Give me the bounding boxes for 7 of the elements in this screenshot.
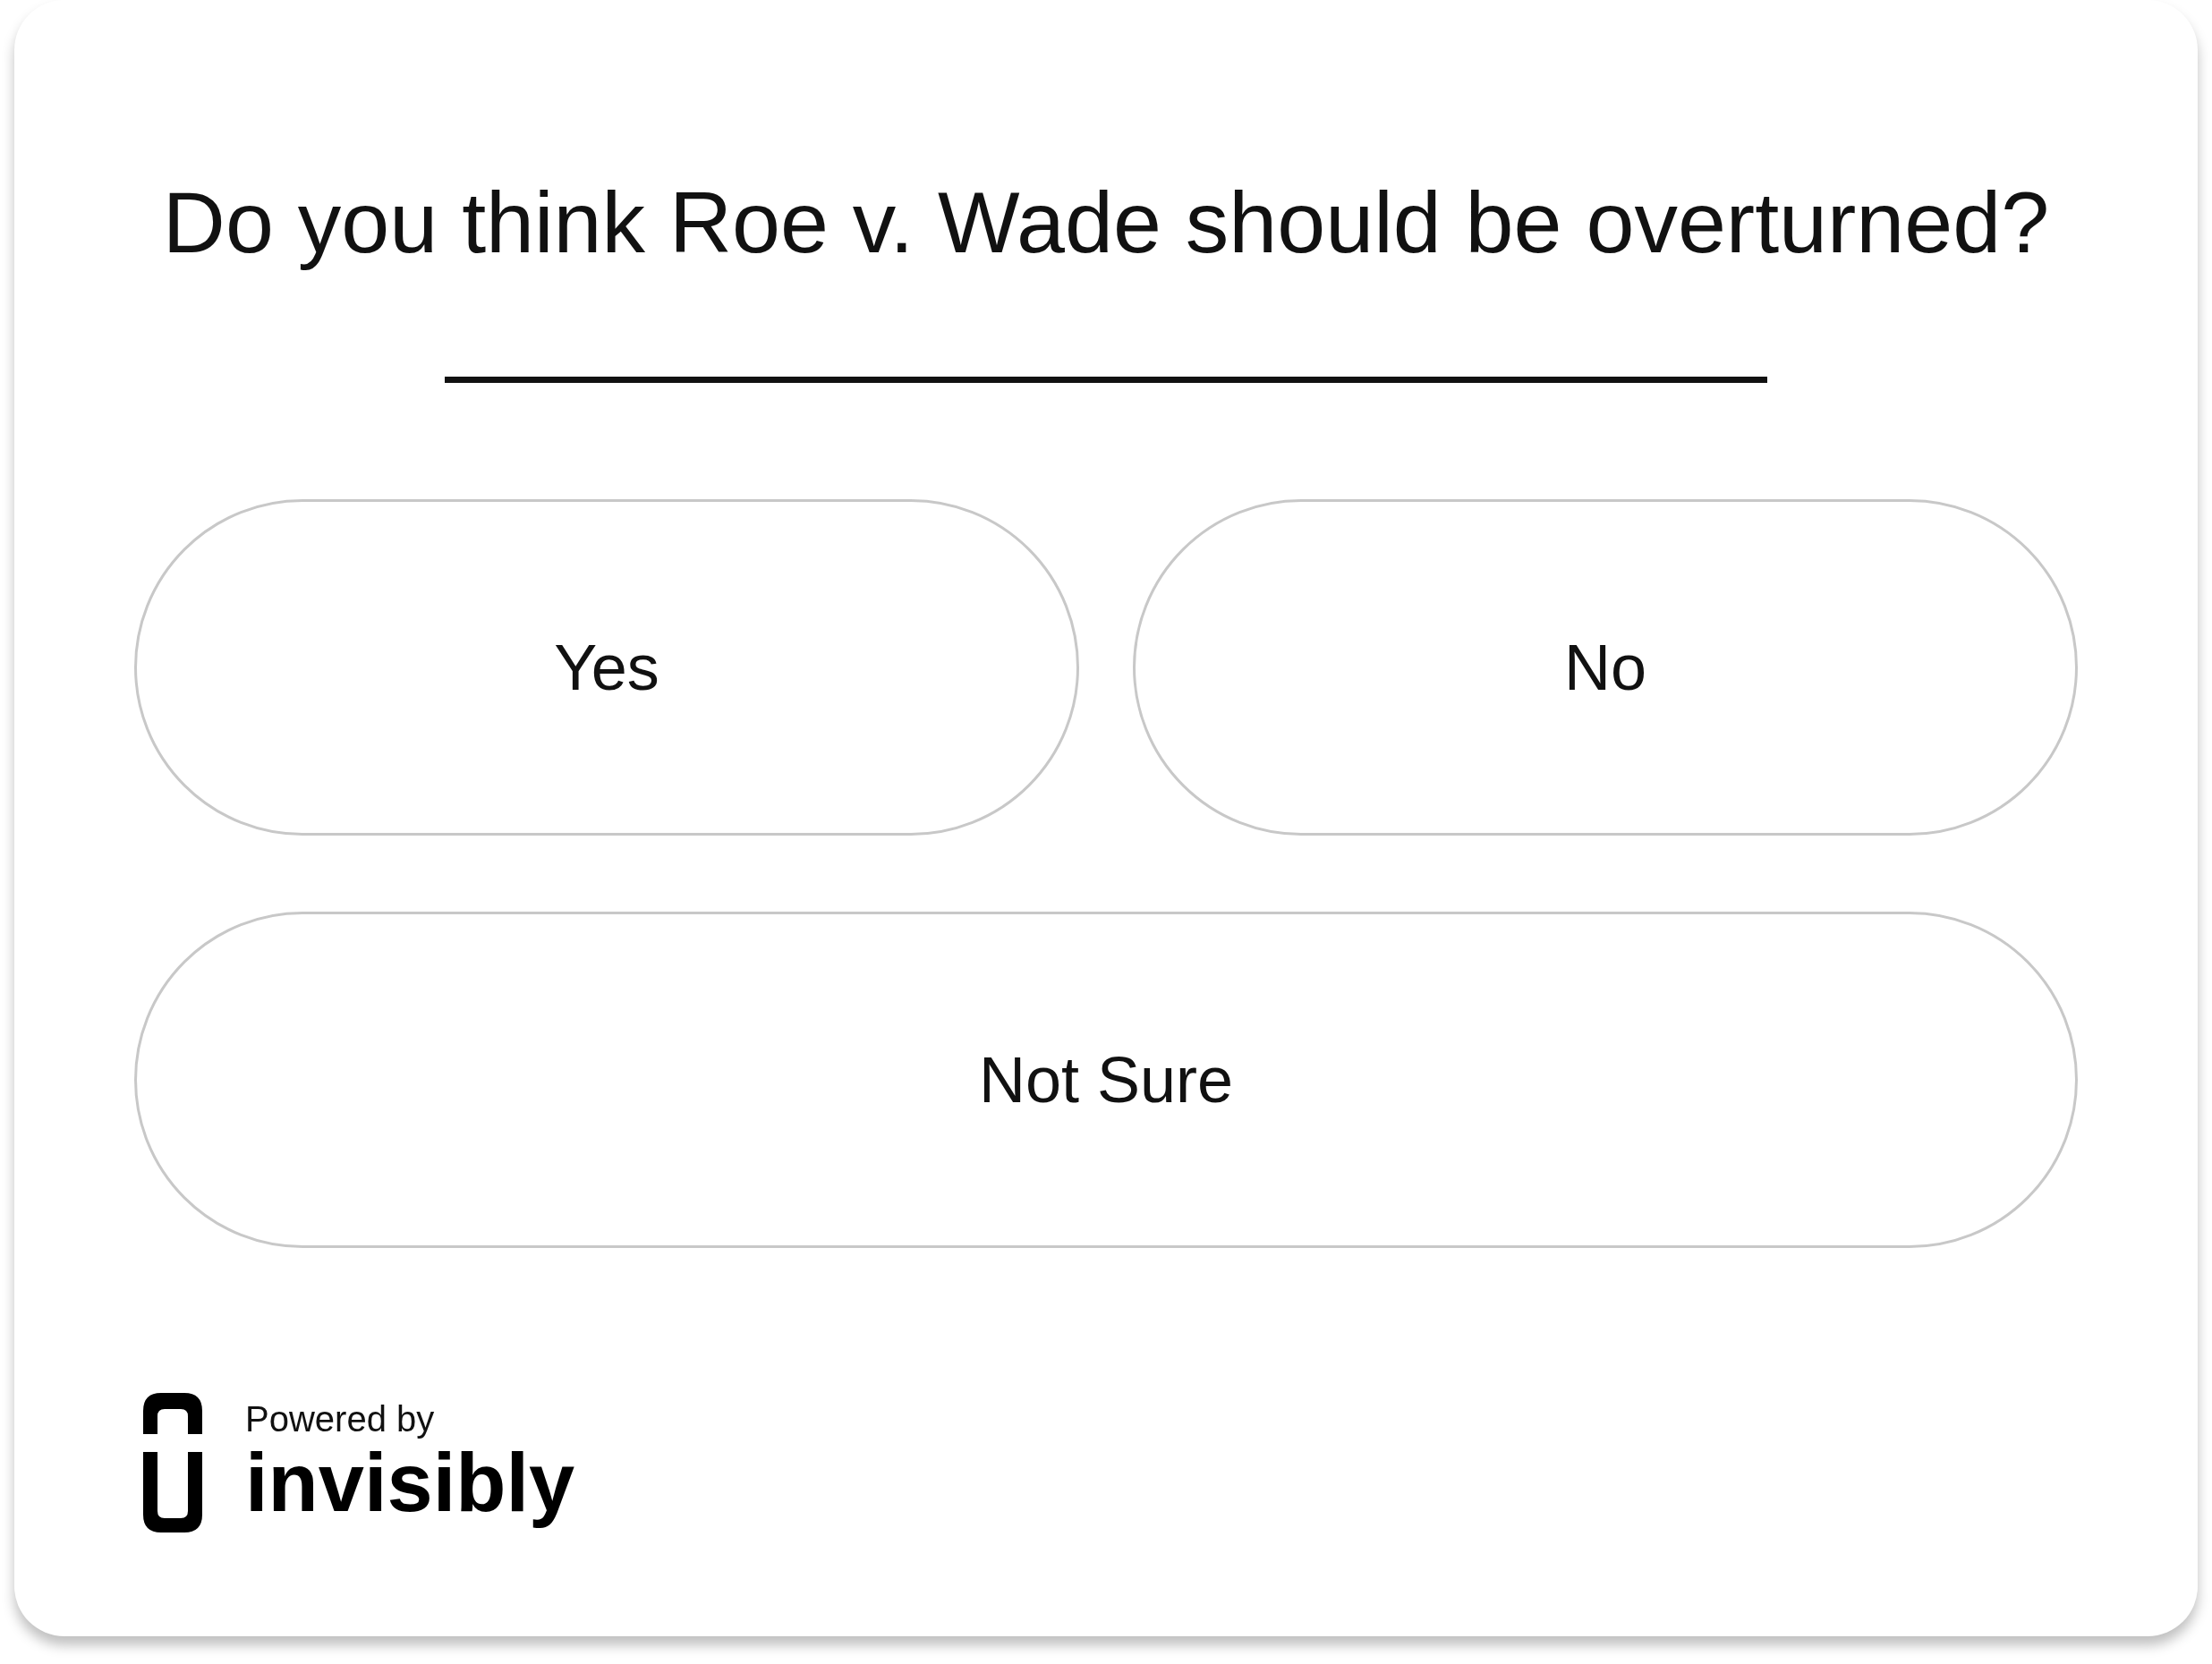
- answer-button[interactable]: Not Sure: [134, 911, 2078, 1248]
- logo-icon: [143, 1392, 202, 1532]
- answer-button[interactable]: No: [1133, 498, 2078, 836]
- powered-by-text: Powered by: [245, 1398, 435, 1439]
- poll-question: Do you think Roe v. Wade should be overturned?: [162, 175, 2050, 271]
- answer-button[interactable]: Yes: [134, 498, 1079, 836]
- brand-name: invisibly: [245, 1439, 575, 1526]
